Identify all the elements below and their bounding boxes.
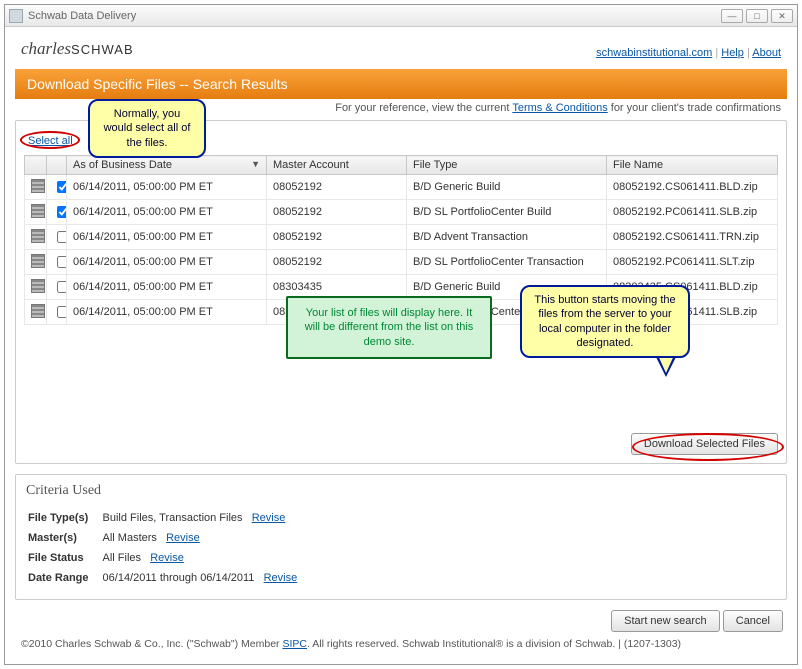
row-type: B/D SL PortfolioCenter Transaction [407,250,607,275]
row-date: 06/14/2011, 05:00:00 PM ET [67,300,267,325]
table-row[interactable]: 06/14/2011, 05:00:00 PM ET08052192B/D Ge… [25,175,778,200]
page-title-banner: Download Specific Files -- Search Result… [15,69,787,99]
revise-masters-link[interactable]: Revise [166,532,200,544]
row-date: 06/14/2011, 05:00:00 PM ET [67,250,267,275]
row-name: 08052192.CS061411.BLD.zip [607,175,778,200]
file-icon [31,229,45,243]
schwab-logo: charlesSCHWAB [21,39,134,59]
status-value: All Files [103,552,142,564]
row-checkbox[interactable] [57,256,67,268]
row-date: 06/14/2011, 05:00:00 PM ET [67,275,267,300]
col-icon[interactable] [25,156,47,175]
file-icon [31,179,45,193]
minimize-button[interactable]: — [721,9,743,23]
maximize-button[interactable]: □ [746,9,768,23]
filetype-value: Build Files, Transaction Files [103,512,243,524]
row-master: 08052192 [267,225,407,250]
file-icon [31,279,45,293]
institutional-link[interactable]: schwabinstitutional.com [596,47,712,59]
info-note-green: Your list of files will display here. It… [286,296,492,359]
download-selected-button[interactable]: Download Selected Files [631,433,778,455]
row-name: 08052192.PC061411.SLB.zip [607,200,778,225]
file-icon [31,254,45,268]
table-row[interactable]: 06/14/2011, 05:00:00 PM ET08052192B/D Ad… [25,225,778,250]
row-type: B/D Advent Transaction [407,225,607,250]
row-date: 06/14/2011, 05:00:00 PM ET [67,200,267,225]
table-header-row: As of Business Date ▼ Master Account File… [25,156,778,175]
row-checkbox[interactable] [57,306,67,318]
row-checkbox[interactable] [57,206,67,218]
download-row: Download Selected Files [24,433,778,455]
masters-value: All Masters [103,532,157,544]
app-icon [9,9,23,23]
cancel-button[interactable]: Cancel [723,610,783,632]
row-type: B/D Generic Build [407,175,607,200]
sort-desc-icon: ▼ [251,159,260,169]
row-name: 08052192.CS061411.TRN.zip [607,225,778,250]
table-row[interactable]: 06/14/2011, 05:00:00 PM ET08052192B/D SL… [25,250,778,275]
terms-link[interactable]: Terms & Conditions [512,102,607,114]
results-panel: Normally, you would select all of the fi… [15,120,787,464]
col-date-label: As of Business Date [73,159,172,171]
col-name[interactable]: File Name [607,156,778,175]
help-link[interactable]: Help [721,47,744,59]
revise-range-link[interactable]: Revise [264,572,298,584]
about-link[interactable]: About [752,47,781,59]
footer-post: . All rights reserved. Schwab Institutio… [307,638,681,650]
footer: ©2010 Charles Schwab & Co., Inc. ("Schwa… [15,634,787,656]
start-new-search-button[interactable]: Start new search [611,610,720,632]
row-checkbox[interactable] [57,231,67,243]
row-checkbox[interactable] [57,281,67,293]
col-date[interactable]: As of Business Date ▼ [67,156,267,175]
callout-selectall: Normally, you would select all of the fi… [88,99,206,158]
reference-prefix: For your reference, view the current [335,102,512,114]
table-row[interactable]: 06/14/2011, 05:00:00 PM ET08052192B/D SL… [25,200,778,225]
callout-download: This button starts moving the files from… [520,285,690,358]
bottom-buttons: Start new search Cancel [15,600,787,634]
range-value: 06/14/2011 through 06/14/2011 [103,572,255,584]
titlebar: Schwab Data Delivery — □ ✕ [5,5,797,27]
col-type[interactable]: File Type [407,156,607,175]
select-all-link[interactable]: Select all [24,129,73,155]
row-type: B/D SL PortfolioCenter Build [407,200,607,225]
logo-charles: charles [21,39,71,58]
reference-suffix: for your client's trade confirmations [608,102,781,114]
range-label: Date Range [28,569,101,587]
file-icon [31,204,45,218]
revise-status-link[interactable]: Revise [150,552,184,564]
window-title: Schwab Data Delivery [28,10,721,22]
col-master[interactable]: Master Account [267,156,407,175]
sipc-link[interactable]: SIPC [282,638,307,650]
logo-schwab: SCHWAB [71,42,134,57]
masters-label: Master(s) [28,529,101,547]
row-date: 06/14/2011, 05:00:00 PM ET [67,225,267,250]
criteria-table: File Type(s) Build Files, Transaction Fi… [26,507,311,589]
revise-filetype-link[interactable]: Revise [252,512,286,524]
criteria-panel: Criteria Used File Type(s) Build Files, … [15,474,787,600]
row-checkbox[interactable] [57,181,67,193]
file-icon [31,304,45,318]
status-label: File Status [28,549,101,567]
filetype-label: File Type(s) [28,509,101,527]
col-checkbox[interactable] [47,156,67,175]
criteria-heading: Criteria Used [26,483,776,499]
close-button[interactable]: ✕ [771,9,793,23]
top-links: schwabinstitutional.com | Help | About [596,47,781,59]
row-master: 08052192 [267,175,407,200]
footer-pre: ©2010 Charles Schwab & Co., Inc. ("Schwa… [21,638,282,650]
row-master: 08052192 [267,250,407,275]
row-master: 08052192 [267,200,407,225]
header: charlesSCHWAB schwabinstitutional.com | … [15,27,787,69]
app-window: Schwab Data Delivery — □ ✕ charlesSCHWAB… [4,4,798,665]
row-name: 08052192.PC061411.SLT.zip [607,250,778,275]
row-date: 06/14/2011, 05:00:00 PM ET [67,175,267,200]
window-controls: — □ ✕ [721,9,793,23]
